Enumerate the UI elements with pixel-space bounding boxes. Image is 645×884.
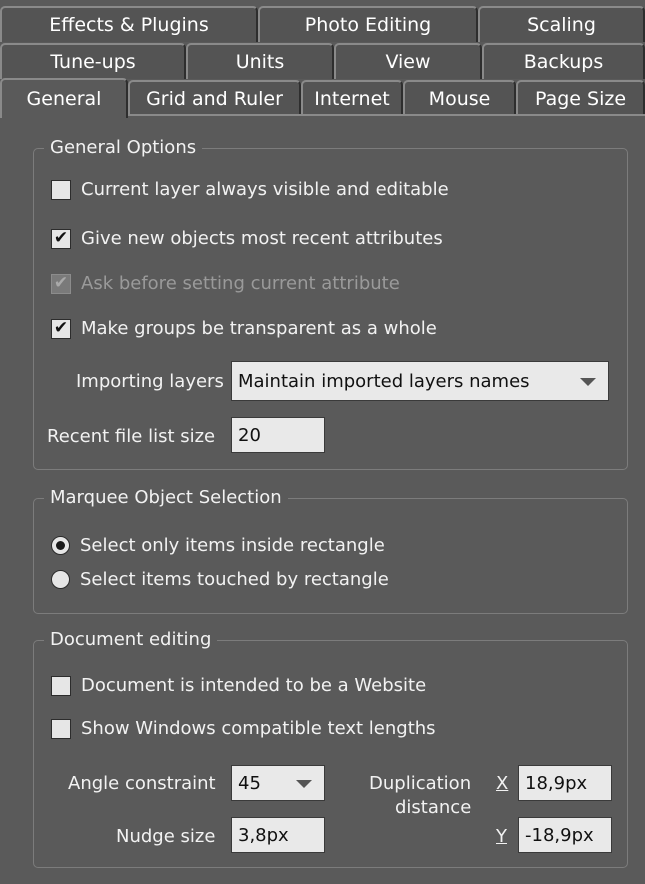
current-layer-checkbox-row[interactable]: Current layer always visible and editabl… (51, 179, 449, 200)
importing-layers-dropdown[interactable]: Maintain imported layers names (231, 361, 609, 401)
checkmark-icon: ✔ (53, 318, 69, 338)
current-layer-checkbox[interactable] (51, 179, 71, 200)
tab-effects-plugins[interactable]: Effects & Plugins (0, 6, 258, 42)
recent-file-size-value: 20 (238, 424, 261, 446)
dup-x-value: 18,9px (525, 772, 588, 794)
ask-before-label: Ask before setting current attribute (81, 273, 400, 294)
nudge-size-value: 3,8px (238, 824, 289, 846)
general-options-group: General Options Current layer always vis… (33, 137, 628, 470)
windows-text-checkbox[interactable] (51, 718, 71, 739)
ask-before-checkbox-row: ✔ Ask before setting current attribute (51, 273, 400, 294)
tab-units[interactable]: Units (186, 43, 334, 79)
tab-label: Photo Editing (304, 14, 432, 36)
recent-file-size-input[interactable]: 20 (231, 417, 325, 453)
website-checkbox[interactable] (51, 675, 71, 696)
nudge-size-input[interactable]: 3,8px (231, 817, 325, 853)
tab-label: Scaling (527, 14, 596, 36)
tab-page-size[interactable]: Page Size (516, 80, 645, 116)
chevron-down-icon (296, 780, 312, 788)
recent-attributes-checkbox[interactable]: ✔ (51, 228, 71, 249)
current-layer-label: Current layer always visible and editabl… (81, 179, 449, 200)
dup-y-label: Y (496, 826, 507, 847)
groups-transparent-checkbox[interactable]: ✔ (51, 318, 71, 339)
recent-file-label: Recent file list size (47, 426, 216, 447)
marquee-selection-group: Marquee Object Selection Select only ite… (33, 487, 628, 614)
dup-x-label: X (496, 773, 509, 794)
radio-select-inside[interactable] (51, 536, 70, 555)
importing-layers-label: Importing layers (76, 371, 224, 392)
tab-row-1: Effects & Plugins Photo Editing Scaling (0, 6, 645, 42)
radio-touched-row[interactable]: Select items touched by rectangle (51, 569, 389, 590)
dup-y-value: -18,9px (525, 824, 594, 846)
chevron-down-icon (580, 378, 596, 386)
tab-internet[interactable]: Internet (301, 80, 403, 116)
tab-label: General (26, 88, 102, 110)
website-label: Document is intended to be a Website (81, 675, 427, 696)
groups-transparent-checkbox-row[interactable]: ✔ Make groups be transparent as a whole (51, 318, 437, 339)
tab-row-2: Tune-ups Units View Backups (0, 43, 645, 79)
groups-transparent-label: Make groups be transparent as a whole (81, 318, 437, 339)
tab-grid-and-ruler[interactable]: Grid and Ruler (128, 80, 301, 116)
marquee-legend: Marquee Object Selection (44, 487, 288, 508)
tab-label: Grid and Ruler (146, 88, 283, 110)
website-checkbox-row[interactable]: Document is intended to be a Website (51, 675, 426, 696)
dup-y-input[interactable]: -18,9px (518, 817, 612, 853)
radio-select-touched[interactable] (51, 570, 70, 589)
general-options-legend: General Options (44, 137, 203, 158)
tab-view[interactable]: View (334, 43, 482, 79)
checkmark-icon: ✔ (53, 228, 69, 248)
tab-label: Mouse (428, 88, 491, 110)
tab-label: Backups (523, 51, 604, 73)
tab-label: Effects & Plugins (49, 14, 209, 36)
checkmark-icon: ✔ (53, 273, 69, 293)
document-editing-group: Document editing Document is intended to… (33, 629, 628, 868)
tab-tune-ups[interactable]: Tune-ups (0, 43, 186, 79)
tab-label: Tune-ups (50, 51, 136, 73)
windows-text-checkbox-row[interactable]: Show Windows compatible text lengths (51, 718, 436, 739)
angle-constraint-value: 45 (238, 772, 261, 794)
tab-row-3: General Grid and Ruler Internet Mouse Pa… (0, 78, 645, 118)
tab-label: View (385, 51, 431, 73)
duplication-distance-label-1: Duplication (369, 773, 472, 794)
nudge-size-label: Nudge size (116, 826, 216, 847)
tab-backups[interactable]: Backups (482, 43, 645, 79)
tab-general[interactable]: General (0, 78, 128, 118)
ask-before-checkbox: ✔ (51, 273, 71, 294)
importing-layers-value: Maintain imported layers names (238, 370, 530, 392)
angle-constraint-dropdown[interactable]: 45 (231, 765, 325, 801)
tab-label: Units (235, 51, 285, 73)
tab-label: Page Size (534, 88, 627, 110)
tab-label: Internet (314, 88, 390, 110)
document-editing-legend: Document editing (44, 629, 218, 650)
angle-constraint-label: Angle constraint (68, 773, 216, 794)
tab-photo-editing[interactable]: Photo Editing (258, 6, 478, 42)
radio-inside-row[interactable]: Select only items inside rectangle (51, 535, 385, 556)
windows-text-label: Show Windows compatible text lengths (81, 718, 436, 739)
radio-touched-label: Select items touched by rectangle (80, 569, 389, 590)
radio-inside-label: Select only items inside rectangle (80, 535, 385, 556)
recent-attributes-label: Give new objects most recent attributes (81, 228, 443, 249)
tab-scaling[interactable]: Scaling (478, 6, 645, 42)
recent-attributes-checkbox-row[interactable]: ✔ Give new objects most recent attribute… (51, 228, 443, 249)
duplication-distance-label-2: distance (395, 797, 472, 818)
dup-x-input[interactable]: 18,9px (518, 765, 612, 801)
tab-mouse[interactable]: Mouse (403, 80, 516, 116)
